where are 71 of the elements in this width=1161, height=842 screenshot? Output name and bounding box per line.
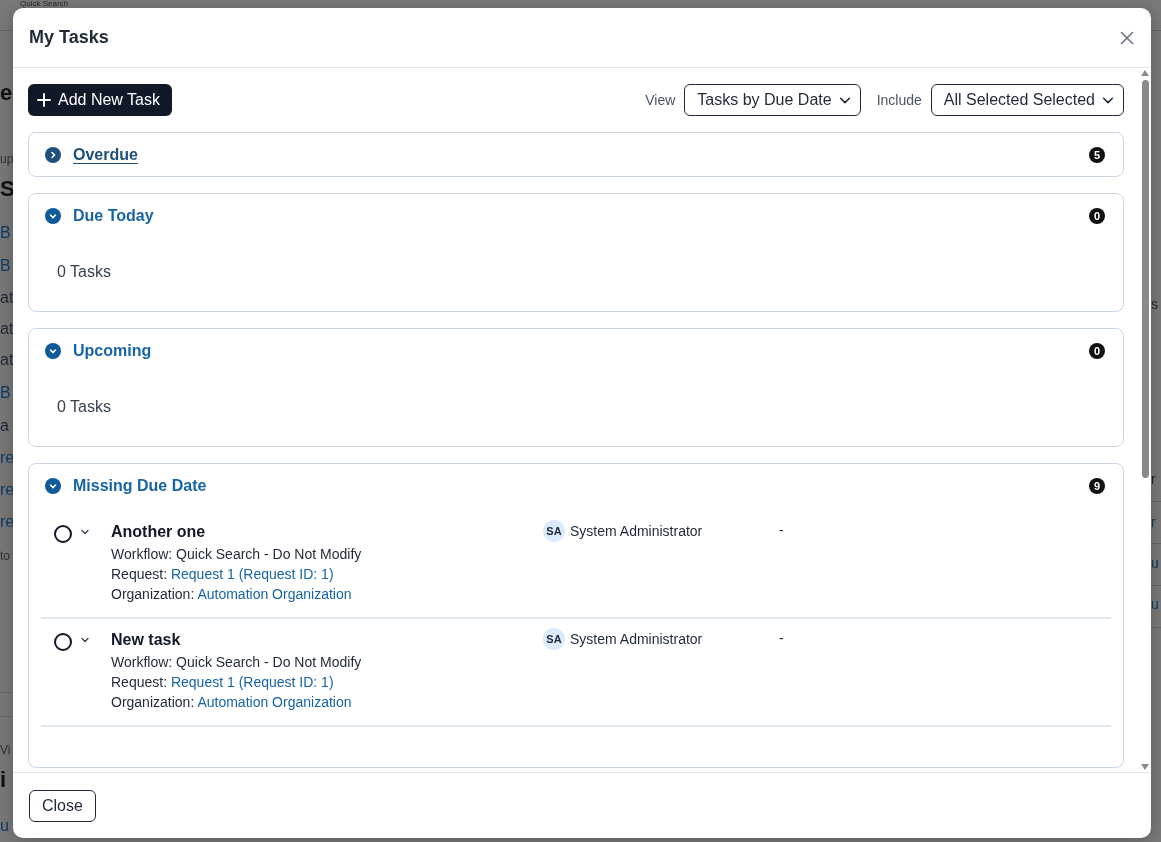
workflow-value: Quick Search - Do Not Modify	[176, 546, 362, 562]
chevron-down-icon[interactable]	[45, 208, 61, 224]
assignee-name: System Administrator	[570, 523, 703, 539]
task-title: New task	[111, 631, 182, 649]
page-text-fragment: S	[0, 176, 15, 202]
page-text-fragment: at	[0, 320, 14, 338]
scrollbar-thumb[interactable]	[1141, 80, 1149, 478]
organization-label: Organization:	[111, 694, 195, 710]
page-text-fragment: u	[1151, 555, 1159, 571]
organization-link[interactable]: Automation Organization	[197, 694, 352, 710]
page-text-fragment: at	[0, 289, 14, 307]
page-text-fragment: u	[1151, 596, 1159, 612]
page-text-fragment: B	[0, 224, 11, 242]
page-text-fragment: u	[0, 817, 9, 835]
include-dropdown[interactable]: All Selected Selected	[930, 84, 1124, 116]
chevron-down-icon[interactable]	[45, 478, 61, 494]
count-badge: 5	[1089, 147, 1105, 163]
chevron-down-icon[interactable]	[45, 343, 61, 359]
task-title: Another one	[111, 523, 207, 541]
request-link[interactable]: Request 1 (Request ID: 1)	[170, 674, 334, 690]
page-text-fragment: Vi	[0, 743, 11, 757]
count-badge: 0	[1089, 343, 1105, 359]
assignee-avatar: SA	[543, 628, 565, 650]
page-text-fragment: i	[0, 767, 7, 793]
count-badge: 9	[1089, 478, 1105, 494]
page-text-fragment: B	[0, 384, 11, 402]
due-date: -	[779, 630, 784, 648]
organization-label: Organization:	[111, 586, 195, 602]
request-link[interactable]: Request 1 (Request ID: 1)	[170, 566, 334, 582]
workflow-value: Quick Search - Do Not Modify	[176, 654, 362, 670]
page-text-fragment: re	[0, 481, 15, 499]
include-label: Include	[876, 92, 922, 108]
add-task-button[interactable]: Add New Task	[28, 84, 172, 116]
page-text-fragment: up	[0, 152, 14, 166]
page-text-fragment: r	[1151, 471, 1156, 487]
page-text-fragment: s	[1151, 296, 1158, 312]
plus-icon	[36, 92, 52, 108]
page-text-fragment: r	[1151, 514, 1156, 530]
empty-message: 0 Tasks	[56, 262, 112, 282]
organization-link[interactable]: Automation Organization	[197, 586, 352, 602]
assignee-avatar: SA	[543, 520, 565, 542]
count-badge: 0	[1089, 208, 1105, 224]
assignee-name: System Administrator	[570, 631, 703, 647]
dialog-title: My Tasks	[29, 27, 110, 48]
page-title: Quick Search	[20, 0, 69, 8]
page-text-fragment: re	[0, 449, 15, 467]
view-label: View	[645, 92, 676, 108]
page-text-fragment: e	[0, 80, 13, 106]
scroll-down-arrow-icon[interactable]	[1141, 764, 1149, 770]
complete-checkbox[interactable]	[54, 633, 72, 651]
view-dropdown[interactable]: Tasks by Due Date	[684, 84, 861, 116]
page-text-fragment: re	[0, 513, 15, 531]
due-date: -	[779, 522, 784, 540]
empty-message: 0 Tasks	[56, 397, 112, 417]
complete-checkbox[interactable]	[54, 525, 72, 543]
close-button[interactable]: Close	[29, 789, 96, 822]
group-title[interactable]: Missing Due Date	[73, 477, 1089, 495]
page-text-fragment: B	[0, 257, 11, 275]
scroll-up-arrow-icon[interactable]	[1141, 70, 1149, 76]
request-label: Request:	[111, 566, 168, 582]
workflow-label: Workflow:	[111, 654, 173, 670]
page-text-fragment: a	[0, 417, 9, 435]
chevron-right-icon[interactable]	[45, 147, 61, 163]
request-label: Request:	[111, 674, 168, 690]
workflow-label: Workflow:	[111, 546, 173, 562]
group-title[interactable]: Upcoming	[73, 342, 1089, 360]
group-title[interactable]: Overdue	[73, 146, 1089, 164]
group-title[interactable]: Due Today	[73, 207, 1089, 225]
page-text-fragment: to	[0, 549, 10, 563]
close-icon[interactable]	[1119, 29, 1135, 46]
page-text-fragment: at	[0, 351, 14, 369]
